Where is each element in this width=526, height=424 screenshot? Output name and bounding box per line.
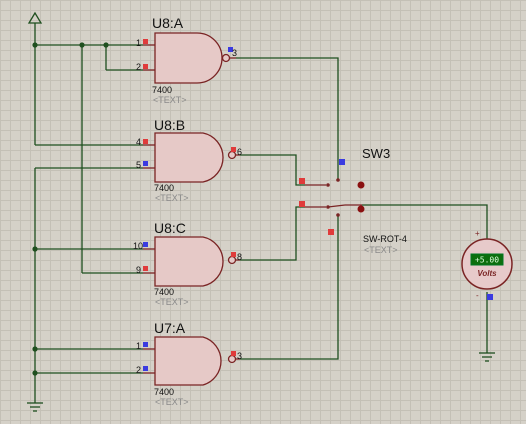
logic-probe-high [231, 252, 236, 257]
meter-unit: Volts [477, 269, 497, 278]
switch-terminal[interactable] [357, 181, 365, 189]
pin-number: 4 [136, 137, 141, 147]
logic-probe-low [339, 159, 345, 165]
pin-number: 2 [136, 365, 141, 375]
nand-gate-u8b[interactable]: U8:B 4 5 6 7400 <TEXT> [136, 117, 242, 203]
switch-text: <TEXT> [364, 245, 398, 255]
part-ref: U8:C [154, 220, 186, 236]
schematic-canvas[interactable]: U8:A 1 2 3 7400 <TEXT> U8:B 4 5 6 7400 <… [0, 0, 526, 424]
logic-probe-high [143, 139, 148, 144]
logic-probe-high [231, 147, 236, 152]
logic-probe-low [143, 161, 148, 166]
logic-probe-low [143, 366, 148, 371]
ground-symbol-left-icon[interactable] [27, 373, 43, 412]
wires [34, 44, 488, 374]
logic-probe-high [143, 39, 148, 44]
pin-number: 3 [237, 351, 242, 361]
logic-probe-high [299, 178, 305, 184]
power-terminal-icon[interactable] [27, 11, 43, 45]
rotary-switch-sw3[interactable]: SW3 SW-ROT-4 <TEXT> [299, 146, 407, 255]
logic-probe-high [143, 64, 148, 69]
part-type: 7400 [154, 183, 174, 193]
pin-number: 10 [133, 241, 143, 251]
switch-terminal[interactable] [357, 205, 365, 213]
nand-gate-u8c[interactable]: U8:C 10 9 8 7400 <TEXT> [133, 220, 242, 307]
meter-plus-sign: + [475, 229, 480, 238]
pin-number: 9 [136, 265, 141, 275]
part-ref: U8:B [154, 117, 185, 133]
nand-gate-u8a[interactable]: U8:A 1 2 3 7400 <TEXT> [136, 15, 237, 105]
logic-probe-high [231, 351, 236, 356]
logic-probe-low [143, 342, 148, 347]
part-text: <TEXT> [155, 397, 189, 407]
logic-probe-low [487, 294, 493, 300]
pin-number: 5 [136, 160, 141, 170]
ground-symbol-right-icon[interactable] [479, 352, 495, 362]
logic-probe-high [143, 266, 148, 271]
logic-probe-high [328, 229, 334, 235]
part-ref: U8:A [152, 15, 184, 31]
part-text: <TEXT> [155, 297, 189, 307]
part-type: 7400 [154, 387, 174, 397]
part-ref: U7:A [154, 320, 186, 336]
part-type: 7400 [152, 85, 172, 95]
logic-probe-high [299, 201, 305, 207]
part-text: <TEXT> [155, 193, 189, 203]
switch-ref: SW3 [362, 146, 390, 161]
pin-number: 8 [237, 252, 242, 262]
pin-number: 1 [136, 38, 141, 48]
part-type: 7400 [154, 287, 174, 297]
pin-number: 3 [232, 48, 237, 58]
switch-type: SW-ROT-4 [363, 234, 407, 244]
nand-gate-u7a[interactable]: U7:A 1 2 3 7400 <TEXT> [136, 320, 242, 407]
logic-probe-low [143, 242, 148, 247]
part-text: <TEXT> [153, 95, 187, 105]
pin-number: 6 [237, 147, 242, 157]
junction-dots [32, 42, 109, 376]
meter-minus-sign: - [476, 291, 479, 300]
pin-number: 1 [136, 341, 141, 351]
pin-number: 2 [136, 62, 141, 72]
dc-voltmeter[interactable]: +5.00 Volts + - [461, 229, 513, 300]
meter-reading: +5.00 [475, 256, 499, 265]
